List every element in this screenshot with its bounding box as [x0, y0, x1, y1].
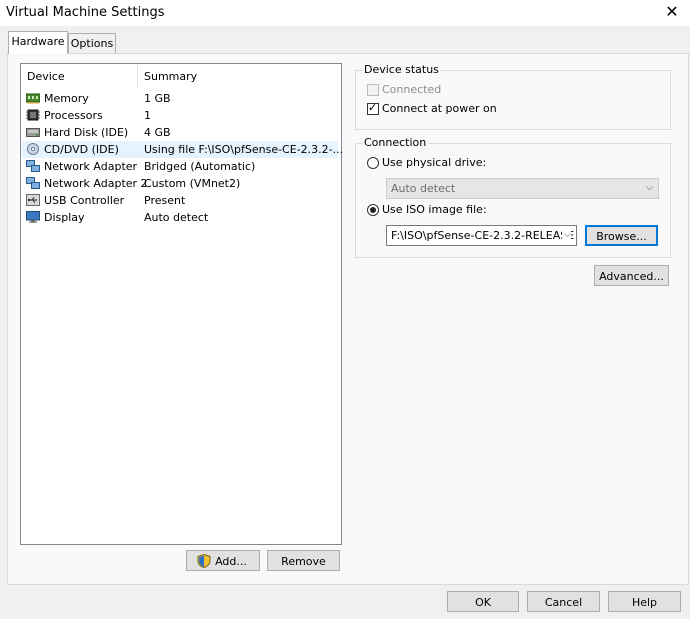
cancel-button-label: Cancel — [544, 596, 583, 609]
remove-button-label: Remove — [281, 555, 326, 568]
chevron-down-icon: ⌵ — [646, 183, 653, 193]
radio-selected-dot — [370, 207, 376, 213]
window-title: Virtual Machine Settings — [6, 5, 165, 20]
shield-icon — [197, 554, 211, 568]
advanced-button[interactable]: Advanced... — [594, 265, 669, 286]
help-button[interactable]: Help — [608, 591, 681, 612]
advanced-button-label: Advanced... — [599, 270, 664, 283]
display-icon — [26, 211, 40, 223]
usb-icon — [26, 194, 40, 206]
device-row-display[interactable]: Display Auto detect — [22, 209, 338, 226]
device-row-hard-disk[interactable]: Hard Disk (IDE) 4 GB — [22, 124, 338, 141]
device-row-cd-dvd[interactable]: CD/DVD (IDE) Using file F:\ISO\pfSense-C… — [22, 141, 343, 158]
device-row-network-adapter-2[interactable]: Network Adapter 2 Custom (VMnet2) — [22, 175, 338, 192]
tab-options-label: Options — [70, 37, 114, 50]
device-summary: 1 — [144, 109, 151, 122]
physical-drive-select[interactable]: Auto detect ⌵ — [386, 178, 659, 199]
device-name: Display — [44, 211, 85, 224]
connection-title: Connection — [362, 136, 429, 149]
checkmark-icon: ✓ — [368, 101, 378, 114]
add-button-label: Add... — [215, 555, 247, 568]
use-physical-drive-radio[interactable] — [367, 157, 379, 169]
connected-checkbox[interactable] — [367, 84, 379, 96]
browse-button-label: Browse... — [596, 230, 647, 243]
title-bar: Virtual Machine Settings ✕ — [0, 0, 690, 26]
device-name: Network Adapter 2 — [44, 177, 148, 190]
ok-button[interactable]: OK — [447, 591, 519, 612]
cancel-button[interactable]: Cancel — [527, 591, 600, 612]
use-iso-image-label: Use ISO image file: — [382, 203, 487, 216]
close-icon[interactable]: ✕ — [664, 3, 680, 21]
add-button[interactable]: Add... — [186, 550, 260, 571]
device-summary: Custom (VMnet2) — [144, 177, 241, 190]
device-list[interactable]: Device Summary Memory 1 GB Processors 1 — [20, 63, 343, 545]
device-status-title: Device status — [362, 63, 441, 76]
device-summary: Bridged (Automatic) — [144, 160, 256, 173]
device-name: Hard Disk (IDE) — [44, 126, 129, 139]
device-name: Network Adapter — [44, 160, 138, 173]
device-row-memory[interactable]: Memory 1 GB — [22, 90, 338, 107]
device-status-group: Device status Connected ✓ Connect at pow… — [355, 63, 671, 130]
connect-at-power-on-checkbox[interactable]: ✓ — [367, 101, 379, 115]
browse-button[interactable]: Browse... — [585, 225, 658, 246]
column-header-summary-label: Summary — [144, 70, 198, 83]
tab-hardware-label: Hardware — [11, 35, 65, 48]
use-physical-drive-label: Use physical drive: — [382, 156, 487, 169]
chevron-down-icon: ⌵ — [562, 226, 571, 245]
use-iso-image-radio[interactable] — [367, 204, 379, 216]
memory-icon — [26, 93, 40, 104]
device-row-usb-controller[interactable]: USB Controller Present — [22, 192, 338, 209]
device-summary: Present — [144, 194, 186, 207]
processor-icon — [26, 109, 40, 121]
connection-group: Connection Use physical drive: Auto dete… — [355, 136, 671, 258]
column-header-device[interactable]: Device — [21, 64, 138, 89]
device-name: USB Controller — [44, 194, 125, 207]
tab-hardware[interactable]: Hardware — [8, 31, 68, 54]
help-button-label: Help — [631, 596, 658, 609]
device-summary: Auto detect — [144, 211, 209, 224]
column-header-device-label: Device — [27, 70, 65, 83]
iso-path-combo[interactable]: F:\ISO\pfSense-CE-2.3.2-RELEASE ⌵ — [386, 225, 577, 246]
cd-dvd-icon — [27, 143, 39, 155]
iso-path-value: F:\ISO\pfSense-CE-2.3.2-RELEASE — [391, 229, 575, 242]
device-row-processors[interactable]: Processors 1 — [22, 107, 338, 124]
device-name: Memory — [44, 92, 89, 105]
network-adapter-icon — [26, 160, 40, 172]
device-name: CD/DVD (IDE) — [44, 143, 119, 156]
physical-drive-value: Auto detect — [391, 182, 456, 195]
device-summary: 1 GB — [144, 92, 171, 105]
device-summary: Using file F:\ISO\pfSense-CE-2.3.2-... — [144, 143, 344, 156]
network-adapter-icon — [26, 177, 40, 189]
hard-disk-icon — [26, 128, 40, 137]
ok-button-label: OK — [475, 596, 491, 609]
device-name: Processors — [44, 109, 103, 122]
tab-options[interactable]: Options — [68, 33, 116, 54]
remove-button[interactable]: Remove — [267, 550, 340, 571]
device-row-network-adapter[interactable]: Network Adapter Bridged (Automatic) — [22, 158, 338, 175]
connected-label: Connected — [382, 83, 442, 96]
connect-at-power-on-label: Connect at power on — [382, 102, 497, 115]
device-summary: 4 GB — [144, 126, 171, 139]
column-header-summary[interactable]: Summary — [138, 64, 340, 89]
